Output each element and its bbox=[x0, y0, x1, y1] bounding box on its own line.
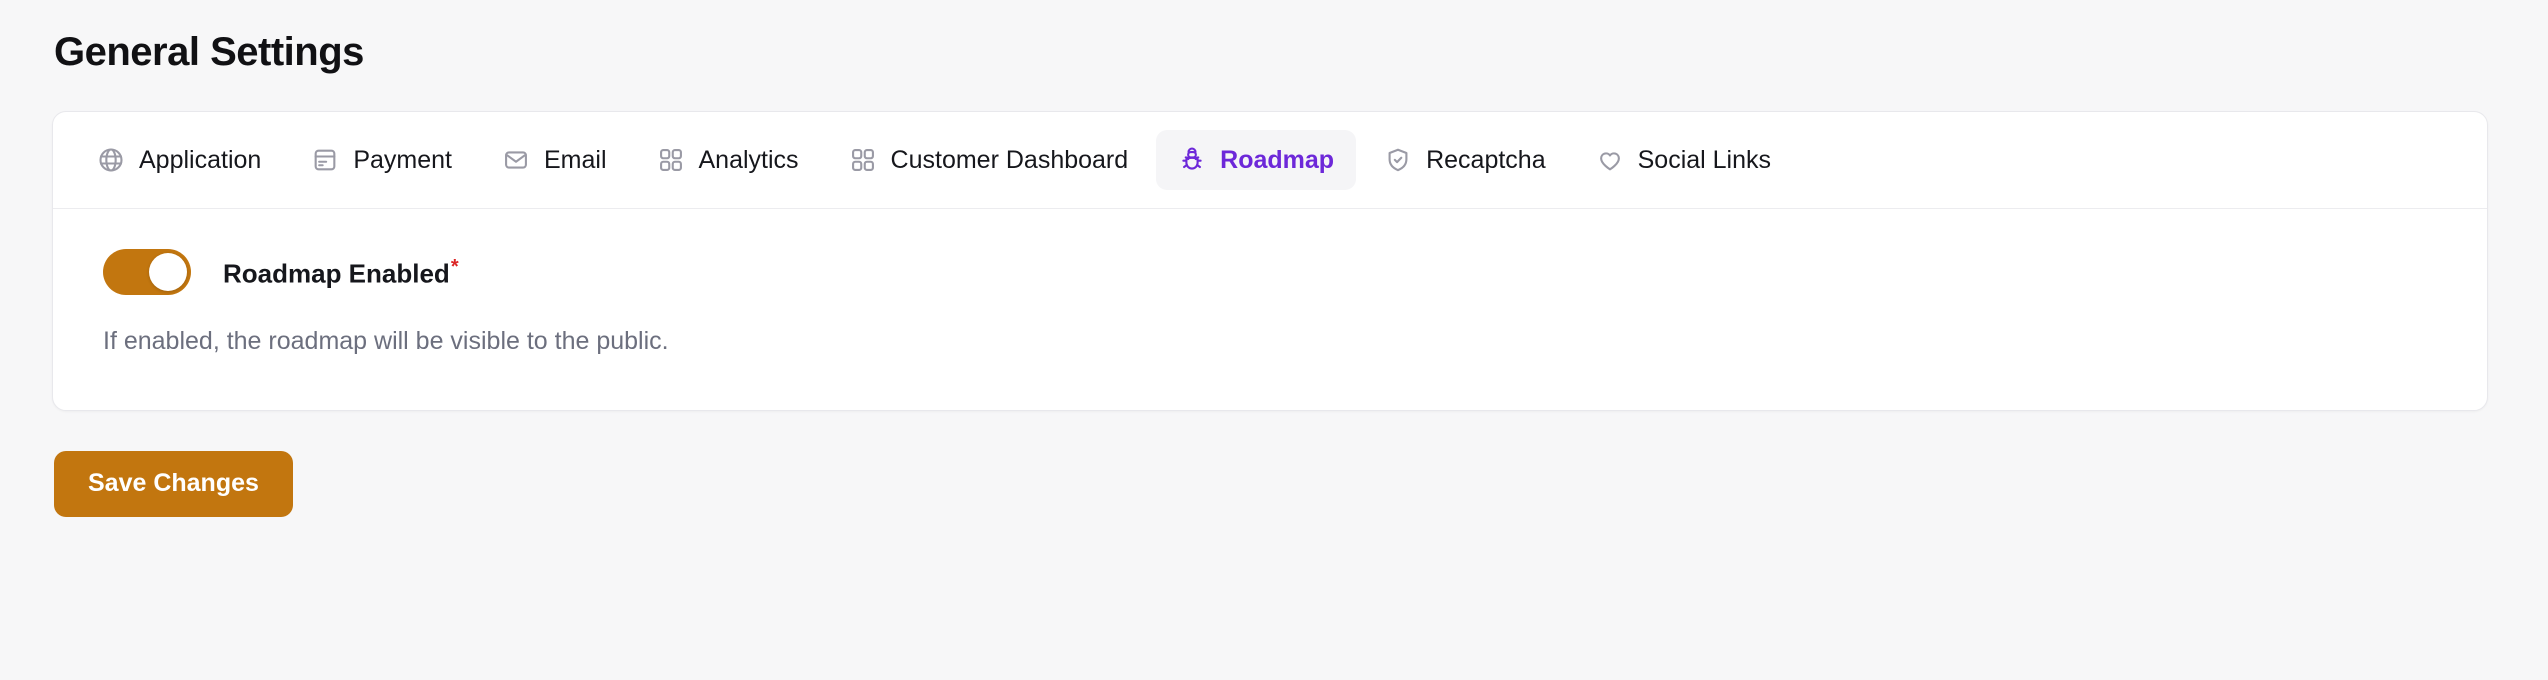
tab-label: Customer Dashboard bbox=[890, 145, 1129, 174]
settings-card-body: Roadmap Enabled* If enabled, the roadmap… bbox=[53, 209, 2487, 410]
tab-social-links[interactable]: Social Links bbox=[1574, 130, 1793, 190]
grid-icon bbox=[849, 146, 877, 174]
roadmap-help-text: If enabled, the roadmap will be visible … bbox=[103, 327, 669, 355]
globe-icon bbox=[97, 146, 125, 174]
tab-label: Social Links bbox=[1637, 145, 1772, 174]
toggle-knob bbox=[149, 253, 187, 291]
tab-application[interactable]: Application bbox=[75, 130, 283, 190]
credit-card-icon bbox=[311, 146, 339, 174]
roadmap-enabled-toggle[interactable] bbox=[103, 249, 191, 295]
roadmap-enabled-label: Roadmap Enabled* bbox=[223, 257, 459, 287]
tab-roadmap[interactable]: Roadmap bbox=[1156, 130, 1357, 190]
page-title: General Settings bbox=[54, 30, 364, 74]
tab-label: Roadmap bbox=[1220, 145, 1335, 174]
tab-label: Analytics bbox=[698, 145, 799, 174]
shield-check-icon bbox=[1384, 146, 1412, 174]
tab-email[interactable]: Email bbox=[480, 130, 629, 190]
save-changes-button[interactable]: Save Changes bbox=[54, 450, 293, 517]
roadmap-enabled-row: Roadmap Enabled* bbox=[103, 249, 2437, 295]
heart-icon bbox=[1596, 146, 1624, 174]
tab-label: Payment bbox=[353, 145, 452, 174]
tab-recaptcha[interactable]: Recaptcha bbox=[1362, 130, 1568, 190]
settings-card: Application Payment Email Analytics Cust… bbox=[52, 111, 2488, 411]
tab-customer-dashboard[interactable]: Customer Dashboard bbox=[827, 130, 1151, 190]
toggle-label-text: Roadmap Enabled bbox=[223, 258, 450, 289]
settings-tab-bar: Application Payment Email Analytics Cust… bbox=[53, 112, 2487, 209]
tab-label: Email bbox=[543, 145, 607, 174]
tab-analytics[interactable]: Analytics bbox=[635, 130, 821, 190]
envelope-icon bbox=[502, 146, 530, 174]
general-settings-page: General Settings Application Payment Ema… bbox=[0, 0, 2548, 680]
grid-icon bbox=[657, 146, 685, 174]
tab-label: Application bbox=[139, 145, 262, 174]
tab-payment[interactable]: Payment bbox=[289, 130, 474, 190]
bug-icon bbox=[1178, 146, 1206, 174]
required-marker: * bbox=[450, 256, 459, 279]
tab-label: Recaptcha bbox=[1426, 145, 1546, 174]
